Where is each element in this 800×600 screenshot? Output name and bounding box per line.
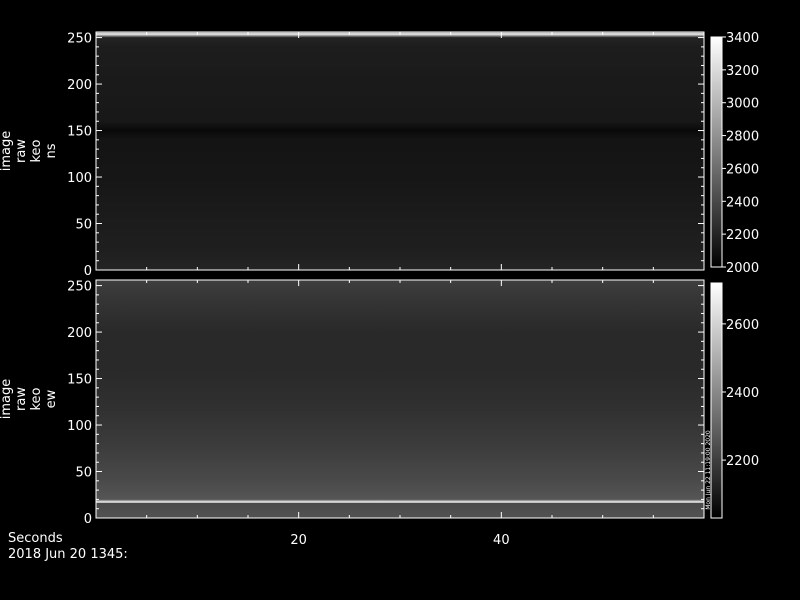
colorbar-tick-label: 3200 [726, 64, 759, 79]
y-axis-label-line: keo [29, 387, 44, 410]
y-axis-label-line: ew [44, 389, 59, 408]
y-axis-label-line: raw [14, 387, 29, 411]
y-axis-label-line: keo [29, 139, 44, 162]
heatmap-image [96, 280, 704, 518]
y-tick-label: 0 [84, 512, 92, 527]
x-tick-label: 20 [290, 533, 307, 548]
date-label: 2018 Jun 20 1345: [8, 547, 128, 562]
y-axis-label-line: raw [14, 139, 29, 163]
y-tick-label: 200 [67, 326, 92, 341]
keogram-panel-2: 0 50 100 150 200 250 20 40 image raw keo ew 2200 2400… [0, 279, 759, 548]
colorbar-tick-label: 2400 [726, 386, 759, 401]
y-tick-label: 250 [67, 280, 92, 295]
y-tick-label: 100 [67, 419, 92, 434]
y-tick-label: 100 [67, 171, 92, 186]
y-tick-label: 50 [75, 466, 92, 481]
x-tick-label: 40 [493, 533, 510, 548]
colorbar-tick-label: 2200 [726, 454, 759, 469]
y-tick-label: 50 [75, 218, 92, 233]
y-axis-label-line: image [0, 379, 14, 420]
colorbar [710, 282, 723, 519]
keogram-panel-1: 0 50 100 150 200 250 image raw keo ns 2000 2200 2400… [0, 31, 759, 279]
y-tick-label: 250 [67, 32, 92, 47]
colorbar-tick-label: 2600 [726, 318, 759, 333]
y-tick-label: 150 [67, 373, 92, 388]
colorbar-tick-label: 2200 [726, 228, 759, 243]
y-axis-label-line: image [0, 131, 14, 172]
colorbar-tick-label: 2000 [726, 261, 759, 276]
colorbar-tick-label: 2600 [726, 162, 759, 177]
colorbar [710, 36, 723, 268]
keogram-figure: 050100150200250image raw keo ns200022002400… [0, 31, 759, 548]
heatmap-image [96, 32, 704, 270]
y-tick-label: 200 [67, 78, 92, 93]
colorbar-tick-label: 2800 [726, 130, 759, 145]
y-axis-label-line: ns [44, 143, 59, 158]
timestamp-note: Mon Jun 22 11:19:00 2020 [705, 430, 712, 510]
colorbar-tick-label: 2400 [726, 195, 759, 210]
colorbar-tick-label: 3000 [726, 97, 759, 112]
colorbar-tick-label: 3400 [726, 31, 759, 46]
x-axis-label: Seconds [8, 531, 63, 546]
y-tick-label: 150 [67, 125, 92, 140]
y-tick-label: 0 [84, 264, 92, 279]
